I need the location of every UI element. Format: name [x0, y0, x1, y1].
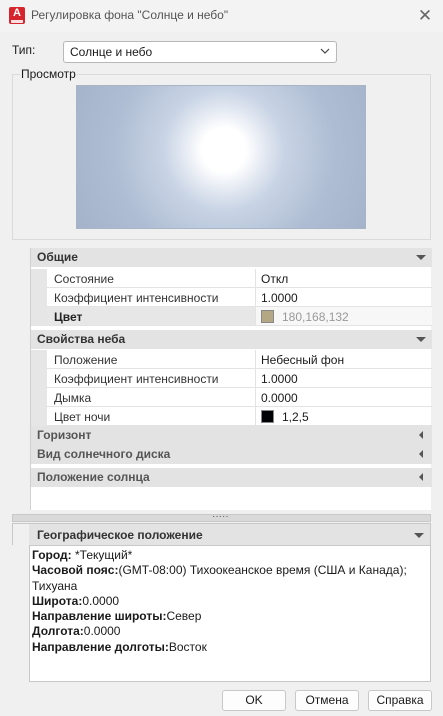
section-sky-title: Свойства неба — [37, 332, 126, 346]
property-value[interactable]: 1.0000 — [256, 288, 432, 307]
collapse-arrow-icon[interactable] — [416, 255, 426, 260]
property-value-color: 180,168,132 — [256, 307, 432, 326]
property-name: Дымка — [47, 388, 256, 407]
section-horizon-title: Горизонт — [37, 428, 92, 442]
sun-sky-preview-image — [76, 85, 366, 229]
property-name: Коэффициент интенсивности — [47, 288, 256, 307]
collapse-arrow-icon[interactable] — [416, 337, 426, 342]
autocad-app-icon: A — [9, 7, 25, 24]
type-select-value: Солнце и небо — [70, 45, 153, 59]
property-row-sky-intensity[interactable]: Коэффициент интенсивности 1.0000 — [31, 369, 432, 388]
night-color-value-text: 1,2,5 — [282, 410, 309, 424]
property-name: Цвет — [47, 307, 256, 326]
color-swatch — [261, 310, 274, 323]
expand-arrow-icon[interactable] — [419, 431, 423, 439]
chevron-down-icon — [320, 48, 330, 54]
property-value[interactable]: Откл — [256, 269, 432, 288]
section-sun-disk-title: Вид солнечного диска — [37, 447, 171, 461]
property-value-night-color[interactable]: 1,2,5 — [256, 407, 432, 426]
window-title: Регулировка фона "Солнце и небо" — [31, 8, 229, 22]
color-value-text: 180,168,132 — [282, 310, 349, 324]
geo-lat-dir-line: Направление широты:Север — [32, 609, 202, 624]
section-general-title: Общие — [37, 250, 78, 264]
color-swatch — [261, 410, 274, 423]
property-value[interactable]: Небесный фон — [256, 350, 432, 369]
property-row-haze[interactable]: Дымка 0.0000 — [31, 388, 432, 407]
geo-timezone-line-2: Тихуана — [32, 578, 78, 593]
section-sun-disk-header[interactable]: Вид солнечного диска — [31, 445, 432, 464]
geo-timezone-line: Часовой пояс:(GMT-08:00) Тихоокеанское в… — [32, 563, 407, 578]
title-bar: A Регулировка фона "Солнце и небо" ✕ — [0, 0, 443, 32]
geo-latitude-line: Широта:0.0000 — [32, 593, 120, 608]
type-label: Тип: — [12, 43, 36, 57]
geo-section-title: Географическое положение — [37, 528, 203, 542]
geo-city-line: Город: *Текущий* — [32, 548, 133, 562]
preview-label: Просмотр — [20, 67, 77, 81]
section-sky-header[interactable]: Свойства неба — [31, 330, 432, 349]
cancel-button[interactable]: Отмена — [295, 690, 359, 711]
close-icon[interactable]: ✕ — [415, 6, 435, 26]
property-row-position[interactable]: Положение Небесный фон — [31, 350, 432, 369]
property-name: Положение — [47, 350, 256, 369]
property-row-intensity[interactable]: Коэффициент интенсивности 1.0000 — [31, 288, 432, 307]
geo-section-header[interactable]: Географическое положение — [12, 523, 431, 545]
section-horizon-header[interactable]: Горизонт — [31, 426, 432, 445]
expand-arrow-icon[interactable] — [419, 473, 423, 481]
panel-splitter[interactable]: ····· — [12, 511, 431, 522]
section-sun-position-title: Положение солнца — [37, 470, 150, 484]
geo-info-panel: Город: *Текущий* Часовой пояс:(GMT-08:00… — [29, 545, 431, 682]
property-name: Состояние — [47, 269, 256, 288]
property-value[interactable]: 0.0000 — [256, 388, 432, 407]
section-sun-position-header[interactable]: Положение солнца — [31, 468, 432, 487]
collapse-arrow-icon[interactable] — [414, 533, 424, 538]
property-value[interactable]: 1.0000 — [256, 369, 432, 388]
property-name: Коэффициент интенсивности — [47, 369, 256, 388]
type-select[interactable]: Солнце и небо — [63, 41, 337, 63]
section-general-header[interactable]: Общие — [31, 248, 432, 267]
expand-arrow-icon[interactable] — [419, 450, 423, 458]
ok-button[interactable]: OK — [222, 690, 286, 711]
help-button[interactable]: Справка — [368, 690, 432, 711]
geo-lon-dir-line: Направление долготы:Восток — [32, 639, 207, 654]
property-name: Цвет ночи — [47, 407, 256, 426]
property-row-night-color[interactable]: Цвет ночи 1,2,5 — [31, 407, 432, 426]
app-icon-letter: A — [13, 7, 21, 19]
property-grid: Общие Состояние Откл Коэффициент интенси… — [30, 248, 432, 510]
splitter-grip: ····· — [212, 511, 229, 522]
property-row-state[interactable]: Состояние Откл — [31, 269, 432, 288]
property-row-color[interactable]: Цвет 180,168,132 — [31, 307, 432, 326]
geo-longitude-line: Долгота:0.0000 — [32, 624, 121, 639]
